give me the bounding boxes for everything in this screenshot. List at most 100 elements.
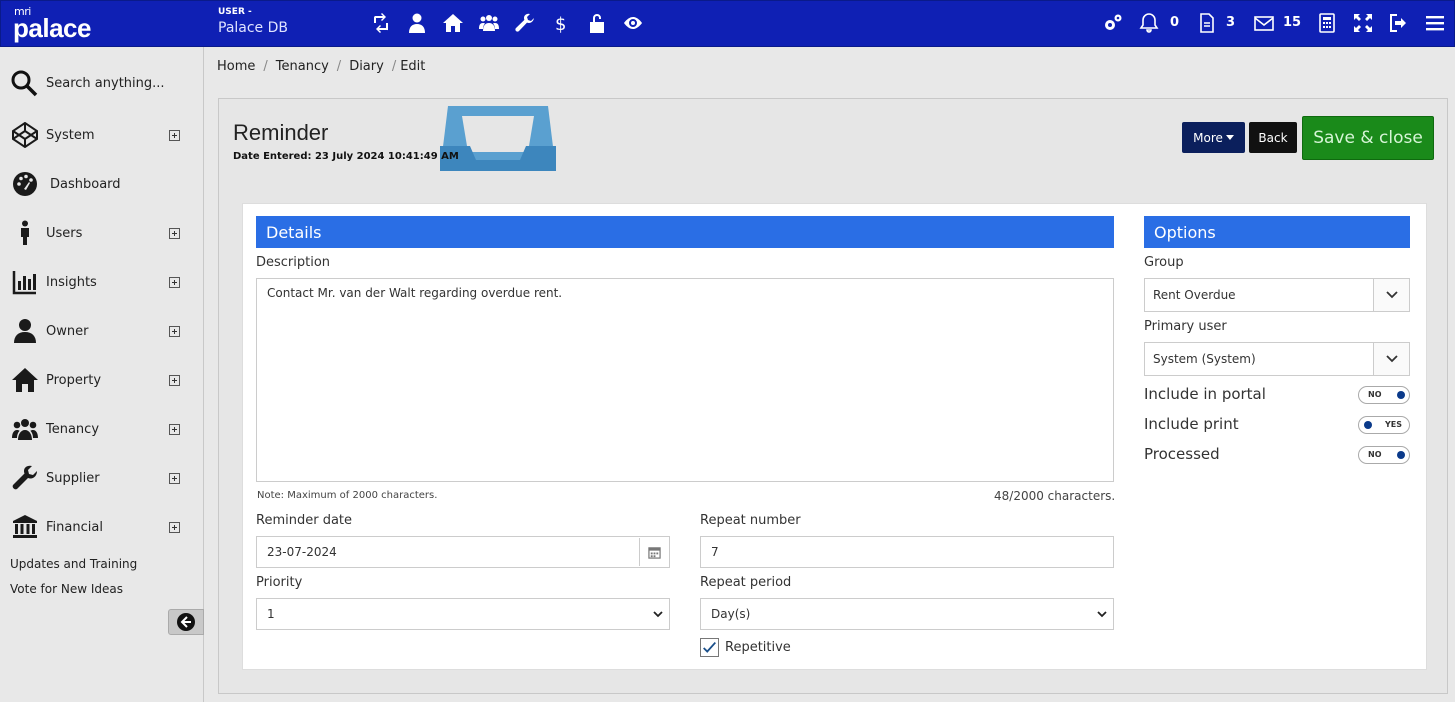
repeat-number-input[interactable]: 7 (700, 536, 1114, 568)
processed-label: Processed (1144, 445, 1220, 463)
expand-plus-icon[interactable] (169, 276, 180, 288)
top-bar: mri palace USER - Palace DB $ 0 3 15 (0, 0, 1455, 47)
document-icon[interactable] (1195, 11, 1219, 35)
person-icon (10, 219, 40, 247)
toggle-state: YES (1385, 420, 1403, 429)
group-label: Group (1144, 255, 1184, 270)
sidebar-item-label: Property (46, 372, 102, 388)
calculator-icon[interactable] (1315, 11, 1339, 35)
options-header: Options (1144, 216, 1410, 248)
sidebar-item-label: Dashboard (50, 176, 121, 192)
dollar-icon[interactable]: $ (549, 11, 573, 35)
processed-toggle[interactable]: NO (1358, 446, 1410, 464)
priority-select[interactable]: 1 (256, 598, 670, 630)
more-button[interactable]: More (1182, 122, 1245, 153)
expand-plus-icon[interactable] (169, 472, 180, 484)
repeat-number-label: Repeat number (700, 513, 801, 528)
sidebar-item-tenancy[interactable]: Tenancy (10, 415, 190, 443)
menu-icon[interactable] (1423, 11, 1447, 35)
breadcrumb: Home / Tenancy / Diary / Edit (217, 59, 426, 74)
chevron-down-icon[interactable] (1373, 343, 1409, 375)
sidebar-item-system[interactable]: System (10, 121, 190, 149)
sidebar-item-label: Tenancy (46, 421, 100, 437)
include-print-label: Include print (1144, 415, 1239, 433)
swap-icon[interactable] (369, 11, 393, 35)
vote-ideas-link[interactable]: Vote for New Ideas (10, 582, 123, 596)
envelope-icon[interactable] (1252, 11, 1276, 35)
expand-plus-icon[interactable] (169, 521, 180, 533)
expand-plus-icon[interactable] (169, 129, 180, 141)
save-close-button[interactable]: Save & close (1302, 116, 1434, 160)
sidebar-item-label: System (46, 127, 95, 143)
documents-count: 3 (1226, 15, 1236, 30)
group-value: Rent Overdue (1153, 288, 1236, 302)
bell-icon[interactable] (1137, 11, 1161, 35)
include-portal-label: Include in portal (1144, 385, 1266, 403)
toggle-state: NO (1368, 450, 1382, 459)
notifications-count: 0 (1170, 15, 1180, 30)
arrow-left-circle-icon (177, 613, 195, 631)
page-title: Reminder (233, 120, 329, 145)
wrench-icon[interactable] (513, 11, 537, 35)
breadcrumb-diary[interactable]: Diary (349, 59, 384, 74)
description-textarea[interactable]: Contact Mr. van der Walt regarding overd… (256, 278, 1114, 482)
sidebar: Search anything... System Dashboard User… (0, 47, 204, 702)
home-icon[interactable] (441, 11, 465, 35)
back-button[interactable]: Back (1249, 122, 1297, 153)
toggle-state: NO (1368, 390, 1382, 399)
chevron-down-icon[interactable] (1373, 279, 1409, 311)
sidebar-item-label: Insights (46, 274, 97, 290)
settings-icon[interactable] (1101, 11, 1125, 35)
palace-logo[interactable]: mri palace (13, 5, 103, 43)
user-icon (10, 317, 40, 345)
expand-plus-icon[interactable] (169, 227, 180, 239)
sidebar-item-dashboard[interactable]: Dashboard (10, 170, 190, 198)
group-icon[interactable] (477, 11, 501, 35)
chevron-down-icon (653, 611, 663, 618)
reminder-date-input[interactable]: 23-07-2024 (256, 536, 670, 568)
unlock-icon[interactable] (585, 11, 609, 35)
logout-icon[interactable] (1387, 11, 1411, 35)
sidebar-search[interactable]: Search anything... (10, 69, 165, 97)
details-header: Details (256, 216, 1114, 248)
collapse-sidebar-button[interactable] (168, 609, 204, 635)
eye-icon[interactable] (621, 11, 645, 35)
sidebar-item-owner[interactable]: Owner (10, 317, 190, 345)
calendar-icon[interactable] (639, 538, 669, 566)
max-chars-note: Note: Maximum of 2000 characters. (257, 490, 438, 501)
sidebar-item-supplier[interactable]: Supplier (10, 464, 190, 492)
priority-label: Priority (256, 575, 303, 590)
sidebar-item-label: Financial (46, 519, 103, 535)
include-print-toggle[interactable]: YES (1358, 416, 1410, 434)
dashboard-icon (10, 170, 40, 198)
expand-plus-icon[interactable] (169, 325, 180, 337)
priority-value: 1 (267, 607, 275, 621)
more-label: More (1193, 130, 1223, 145)
search-placeholder: Search anything... (46, 75, 165, 91)
person-icon[interactable] (405, 11, 429, 35)
expand-icon[interactable] (1351, 11, 1375, 35)
sidebar-item-label: Owner (46, 323, 89, 339)
search-icon (11, 70, 38, 97)
primary-user-select[interactable]: System (System) (1144, 342, 1410, 376)
user-label: USER - (218, 7, 252, 17)
sidebar-item-property[interactable]: Property (10, 366, 190, 394)
breadcrumb-home[interactable]: Home (217, 59, 255, 74)
repetitive-checkbox[interactable] (700, 638, 719, 657)
include-portal-toggle[interactable]: NO (1358, 386, 1410, 404)
expand-plus-icon[interactable] (169, 374, 180, 386)
user-block[interactable]: USER - Palace DB (218, 7, 288, 36)
group-select[interactable]: Rent Overdue (1144, 278, 1410, 312)
expand-plus-icon[interactable] (169, 423, 180, 435)
caret-down-icon (1225, 135, 1234, 140)
repetitive-label: Repetitive (725, 640, 791, 655)
sidebar-item-users[interactable]: Users (10, 219, 190, 247)
repeat-period-select[interactable]: Day(s) (700, 598, 1114, 630)
sidebar-item-insights[interactable]: Insights (10, 268, 190, 296)
sidebar-item-label: Supplier (46, 470, 100, 486)
sidebar-item-label: Users (46, 225, 83, 241)
repeat-number-value: 7 (711, 545, 719, 559)
updates-training-link[interactable]: Updates and Training (10, 557, 137, 571)
sidebar-item-financial[interactable]: Financial (10, 513, 190, 541)
breadcrumb-tenancy[interactable]: Tenancy (276, 59, 329, 74)
